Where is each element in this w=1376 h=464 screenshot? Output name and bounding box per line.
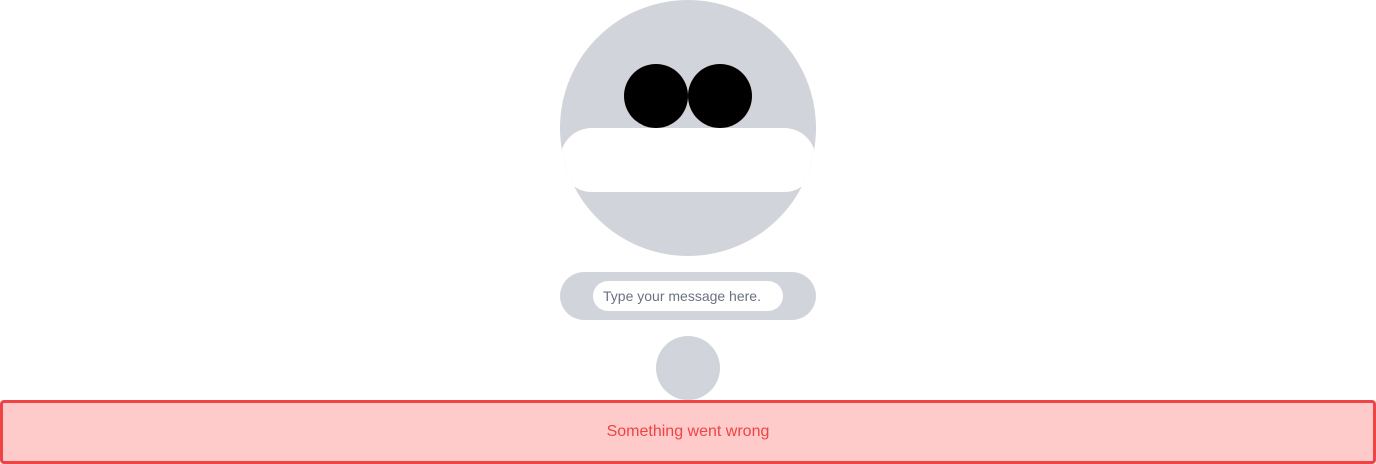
error-message: Something went wrong <box>606 423 770 440</box>
message-input[interactable] <box>593 281 783 311</box>
chat-page: Something went wrong <box>0 0 1376 464</box>
error-banner: Something went wrong <box>0 400 1376 464</box>
robot-face-avatar <box>560 0 816 256</box>
right-eye-icon <box>688 64 752 128</box>
send-button[interactable] <box>656 336 720 400</box>
message-input-container <box>560 272 816 320</box>
left-eye-icon <box>624 64 688 128</box>
mouth-icon <box>560 128 816 192</box>
